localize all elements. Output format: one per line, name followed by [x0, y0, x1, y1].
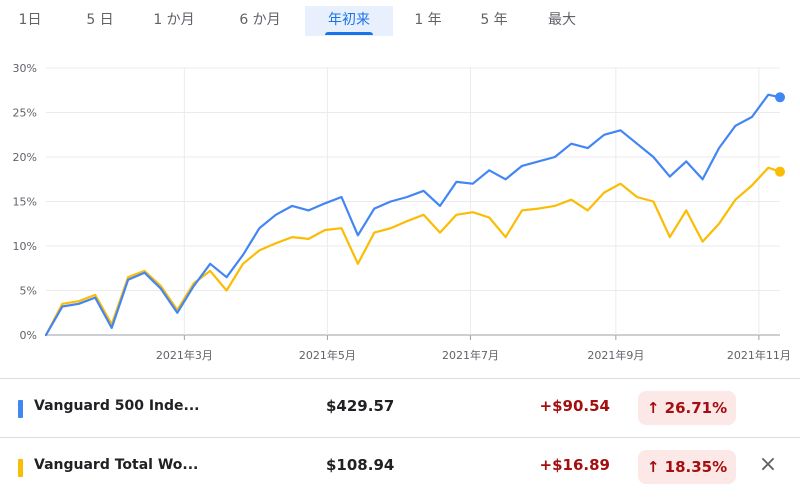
tab-1m[interactable]: 1 か月 [146, 6, 202, 36]
fund-row-vanguard-500[interactable]: Vanguard 500 Inde... $429.57 +$90.54 ↑ 2… [0, 378, 800, 437]
x-tick-label: 2021年7月 [442, 348, 499, 362]
fund-price: $429.57 [326, 397, 395, 415]
time-range-tabs: 1日 5 日 1 か月 6 か月 年初来 1 年 5 年 最大 [0, 0, 800, 40]
series-line-0 [44, 93, 782, 337]
tab-ytd-label: 年初来 [328, 12, 370, 28]
tab-max[interactable]: 最大 [540, 6, 584, 36]
close-icon[interactable]: × [756, 453, 780, 477]
active-tab-indicator [325, 32, 373, 35]
fund-price: $108.94 [326, 456, 395, 474]
y-tick-label: 20% [13, 151, 37, 164]
y-tick-label: 5% [20, 285, 37, 298]
percent-change-badge: ↑ 18.35% [638, 450, 736, 484]
chart-grid [46, 67, 780, 336]
tab-ytd[interactable]: 年初来 [305, 6, 393, 36]
y-tick-label: 15% [13, 196, 37, 209]
series-color-swatch [18, 400, 23, 418]
comparison-chart: 0% 5% 10% 15% 20% 25% 30% 2021年3月 2021年5月 2021年7… [13, 62, 791, 362]
series-endpoint-0 [775, 92, 785, 103]
percent-change-badge: ↑ 26.71% [638, 391, 736, 425]
fund-row-vanguard-total-world[interactable]: Vanguard Total Wo... $108.94 +$16.89 ↑ 1… [0, 437, 800, 496]
x-tick-label: 2021年9月 [587, 348, 644, 362]
tab-1y[interactable]: 1 年 [408, 6, 448, 36]
y-axis: 0% 5% 10% 15% 20% 25% 30% [13, 62, 37, 342]
y-tick-label: 10% [13, 240, 37, 253]
x-tick-label: 2021年3月 [156, 348, 213, 362]
x-axis: 2021年3月 2021年5月 2021年7月 2021年9月 2021年11月 [156, 335, 791, 362]
fund-name: Vanguard 500 Inde... [34, 398, 200, 414]
fund-change: +$16.89 [539, 456, 610, 474]
y-tick-label: 0% [20, 329, 37, 342]
y-tick-label: 30% [13, 62, 37, 75]
y-tick-label: 25% [13, 107, 37, 120]
tab-5y[interactable]: 5 年 [472, 6, 516, 36]
fund-change: +$90.54 [539, 397, 610, 415]
x-tick-label: 2021年11月 [727, 348, 791, 362]
series-endpoint-1 [775, 166, 785, 177]
chart-lines [44, 92, 785, 337]
series-color-swatch [18, 459, 23, 477]
x-tick-label: 2021年5月 [299, 348, 356, 362]
fund-name: Vanguard Total Wo... [34, 457, 199, 473]
tab-5d[interactable]: 5 日 [78, 6, 122, 36]
series-line-1 [44, 166, 782, 337]
tab-1d[interactable]: 1日 [10, 6, 50, 36]
tab-6m[interactable]: 6 か月 [228, 6, 292, 36]
